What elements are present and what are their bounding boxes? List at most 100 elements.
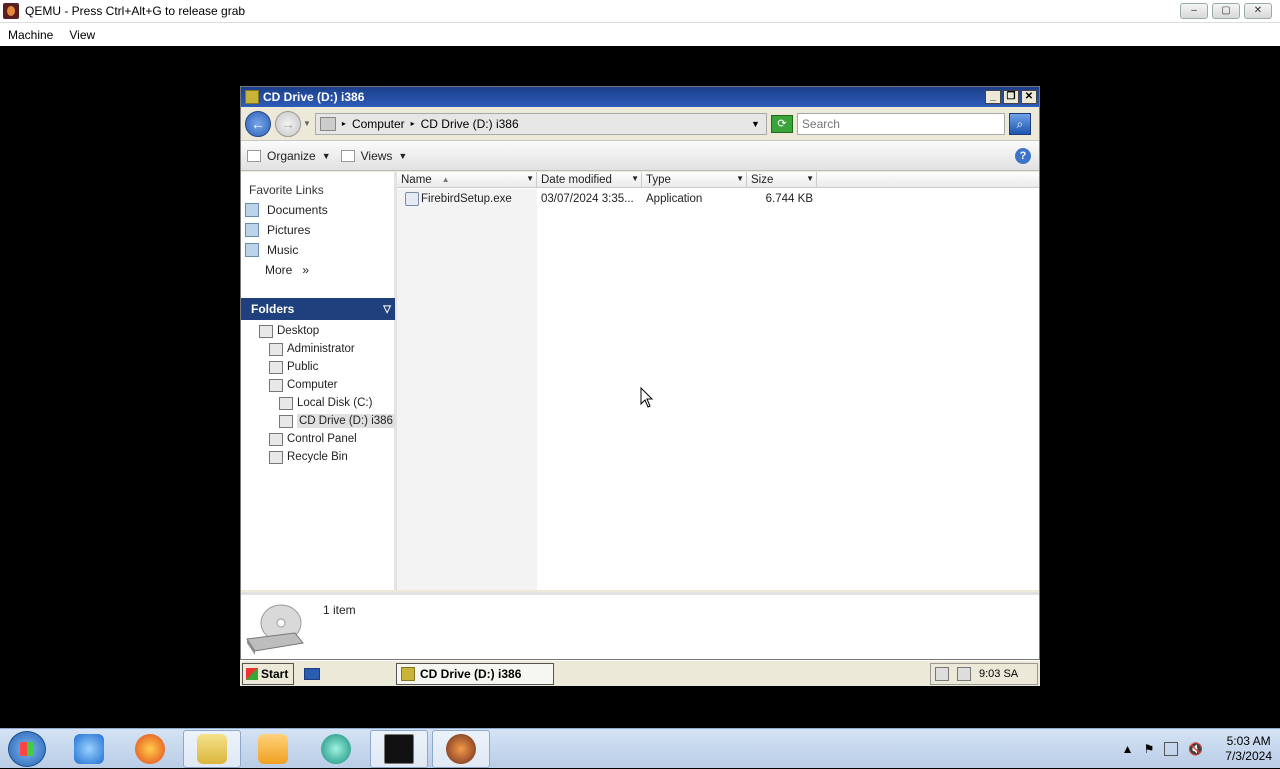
cd-folder-icon [245, 90, 259, 104]
menu-machine[interactable]: Machine [8, 28, 53, 42]
address-bar[interactable]: ▸ Computer ▸ CD Drive (D:) i386 ▼ [314, 112, 767, 135]
action-center-flag-icon[interactable]: ⚑ [1144, 742, 1155, 756]
host-clock[interactable]: 5:03 AM 7/3/2024 [1225, 734, 1272, 764]
security-icon[interactable] [935, 667, 949, 681]
views-button[interactable]: Views ▼ [340, 148, 407, 163]
favorite-music[interactable]: Music [241, 237, 394, 257]
file-row[interactable]: FirebirdSetup.exe 03/07/2024 3:35... App… [397, 190, 817, 208]
media-player-icon[interactable] [244, 730, 302, 768]
folders-header[interactable]: Folders ▽ [241, 298, 395, 320]
search-input[interactable] [796, 112, 1005, 135]
computer-icon [269, 378, 283, 392]
show-desktop-icon[interactable] [304, 667, 320, 680]
folder-tree: Desktop Administrator Public Computer Local … [241, 322, 395, 466]
chevron-down-icon: ▼ [321, 150, 331, 161]
folder-tree-item[interactable]: Administrator [241, 340, 395, 358]
explorer-body: Favorite Links Documents Pictures Music … [241, 172, 1039, 590]
address-dropdown-icon[interactable]: ▼ [751, 119, 760, 129]
chevron-down-icon[interactable]: ▼ [736, 174, 744, 183]
folder-tree-label: Administrator [287, 343, 355, 355]
column-label: Type [646, 173, 671, 186]
qemu-icon[interactable] [432, 730, 490, 768]
views-icon [340, 149, 355, 162]
folder-icon [269, 360, 283, 374]
file-explorer-icon[interactable] [183, 730, 241, 768]
folder-tree-item[interactable]: Local Disk (C:) [241, 394, 395, 412]
breadcrumb-cd-drive[interactable]: CD Drive (D:) i386 [421, 117, 519, 131]
folder-tree-label: Control Panel [287, 433, 357, 445]
breadcrumb-computer[interactable]: Computer [352, 117, 405, 131]
organize-label: Organize [267, 148, 316, 163]
minimize-button[interactable]: – [1180, 3, 1208, 19]
chevron-down-icon[interactable]: ▼ [631, 174, 639, 183]
column-type[interactable]: Type ▼ [642, 172, 747, 187]
file-size: 6.744 KB [765, 193, 813, 205]
volume-muted-icon[interactable]: 🔇 [1188, 742, 1203, 756]
start-orb-icon[interactable] [8, 731, 46, 767]
organize-icon [247, 149, 261, 162]
windows-logo-icon [246, 667, 258, 680]
start-label: Start [261, 666, 289, 681]
column-name[interactable]: Name ▲ ▼ [397, 172, 537, 187]
chevron-down-icon[interactable]: ▼ [806, 174, 814, 183]
forward-button[interactable]: → [275, 110, 301, 137]
internet-explorer-icon[interactable] [60, 730, 118, 768]
host-time: 5:03 AM [1226, 734, 1271, 748]
folder-tree-item[interactable]: Computer [241, 376, 395, 394]
explorer-restore-button[interactable]: ❐ [1003, 90, 1019, 104]
browser-app-icon[interactable] [307, 730, 365, 768]
maximize-button[interactable]: ▢ [1212, 3, 1240, 19]
column-label: Size [751, 173, 774, 186]
desktop-icon [259, 324, 273, 338]
refresh-button[interactable]: ⟳ [770, 114, 793, 133]
folder-tree-item[interactable]: Recycle Bin [241, 448, 395, 466]
favorite-documents[interactable]: Documents [241, 197, 394, 217]
search-button[interactable]: ⌕ [1008, 112, 1031, 135]
firefox-icon[interactable] [121, 730, 179, 768]
organize-button[interactable]: Organize ▼ [247, 149, 331, 163]
guest-taskbar-window-button[interactable]: CD Drive (D:) i386 [396, 663, 554, 685]
views-label: Views [360, 148, 393, 163]
folder-tree-item[interactable]: Public [241, 358, 395, 376]
cd-drive-icon [279, 414, 293, 428]
volume-muted-icon[interactable] [957, 667, 971, 681]
show-hidden-icons-icon[interactable]: ▲ [1122, 742, 1134, 756]
column-date-modified[interactable]: Date modified ▼ [537, 172, 642, 187]
back-button[interactable]: ← [245, 110, 271, 137]
folder-tree-label: Computer [287, 379, 338, 391]
favorite-more[interactable]: More » [241, 257, 394, 277]
name-column-highlight [397, 189, 537, 590]
guest-system-tray: 9:03 SA [930, 663, 1038, 685]
column-label: Name [401, 173, 432, 186]
command-prompt-icon[interactable] [370, 730, 428, 768]
favorite-pictures[interactable]: Pictures [241, 217, 394, 237]
host-date: 7/3/2024 [1225, 749, 1272, 763]
folder-tree-item[interactable]: Desktop [241, 322, 395, 340]
cd-drive-large-icon [246, 604, 304, 655]
explorer-minimize-button[interactable]: _ [985, 90, 1001, 104]
folder-tree-item[interactable]: CD Drive (D:) i386 [241, 412, 395, 430]
guest-clock[interactable]: 9:03 SA [979, 668, 1018, 680]
taskbar-window-label: CD Drive (D:) i386 [420, 667, 522, 681]
qemu-menu-bar: Machine View [0, 23, 1280, 46]
close-button[interactable]: ✕ [1244, 3, 1272, 19]
network-icon[interactable] [1164, 742, 1179, 756]
chevron-right-icon[interactable]: ▸ [411, 119, 415, 128]
guest-start-button[interactable]: Start [242, 662, 294, 685]
music-icon [245, 243, 259, 257]
qemu-title-text: QEMU - Press Ctrl+Alt+G to release grab [25, 4, 246, 18]
explorer-title-bar[interactable]: CD Drive (D:) i386 _ ❐ ✕ [241, 87, 1039, 107]
explorer-title: CD Drive (D:) i386 [263, 90, 365, 104]
explorer-close-button[interactable]: ✕ [1021, 90, 1037, 104]
explorer-window: CD Drive (D:) i386 _ ❐ ✕ ← → ▼ ▸ Compute… [240, 86, 1040, 660]
chevron-right-icon[interactable]: ▸ [342, 119, 346, 128]
chevron-down-icon: ▽ [383, 303, 391, 315]
file-date: 03/07/2024 3:35... [541, 193, 634, 205]
column-size[interactable]: Size ▼ [747, 172, 817, 187]
folder-tree-item[interactable]: Control Panel [241, 430, 395, 448]
recent-pages-dropdown[interactable]: ▼ [303, 119, 311, 128]
menu-view[interactable]: View [69, 28, 95, 42]
chevron-down-icon[interactable]: ▼ [526, 174, 534, 183]
help-button[interactable]: ? [1015, 147, 1031, 164]
favorite-label: Documents [267, 203, 328, 217]
